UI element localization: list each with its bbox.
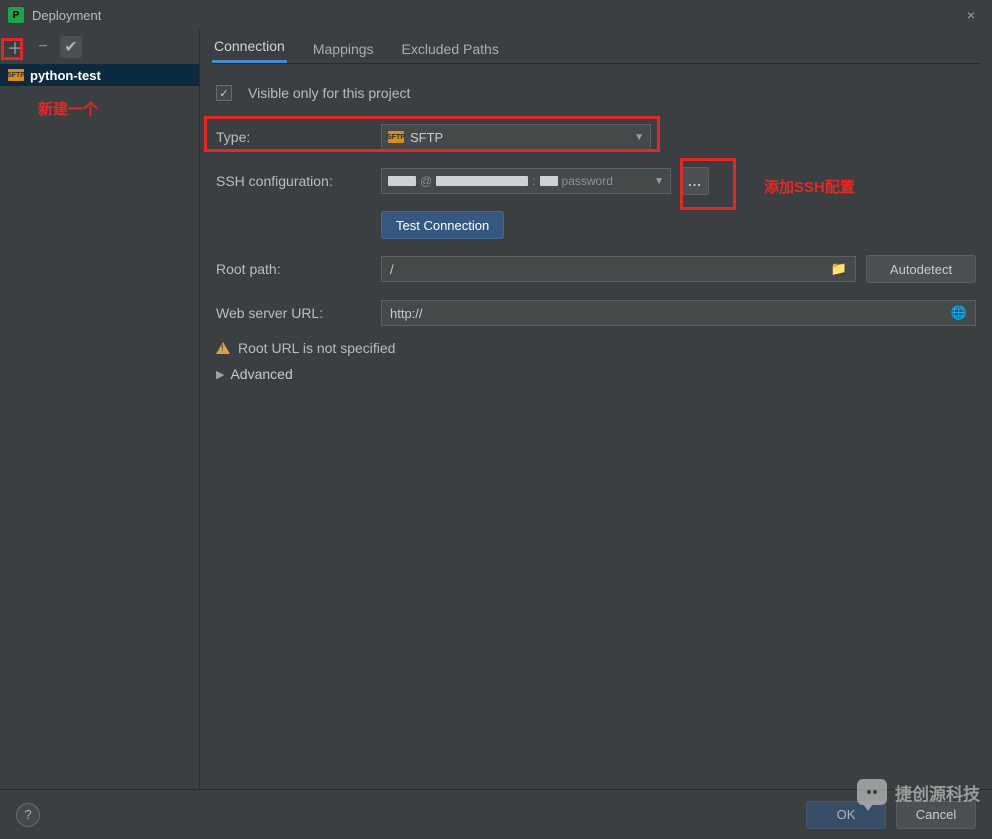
test-connection-button[interactable]: Test Connection: [381, 211, 504, 239]
chevron-right-icon: ▶: [216, 368, 224, 381]
server-tree: SFTP python-test: [0, 64, 199, 789]
connection-panel: ✓ Visible only for this project Type: SF…: [212, 64, 980, 789]
type-row: Type: SFTP SFTP ▼: [216, 120, 976, 154]
type-select[interactable]: SFTP SFTP ▼: [381, 124, 651, 150]
chevron-down-icon: ▼: [654, 176, 664, 187]
tab-mappings[interactable]: Mappings: [311, 35, 376, 63]
content-area: Connection Mappings Excluded Paths ✓ Vis…: [200, 30, 992, 789]
app-icon: P: [8, 7, 24, 23]
visible-only-checkbox[interactable]: ✓: [216, 85, 232, 101]
ssh-config-value: @ : password: [388, 174, 613, 188]
ssh-config-select[interactable]: @ : password ▼: [381, 168, 671, 194]
warning-icon: [216, 342, 230, 354]
tab-connection[interactable]: Connection: [212, 32, 287, 63]
ssh-config-label: SSH configuration:: [216, 173, 371, 189]
window-title: Deployment: [32, 8, 958, 23]
sftp-icon: SFTP: [8, 69, 24, 81]
root-path-label: Root path:: [216, 261, 371, 277]
visible-only-row: ✓ Visible only for this project: [216, 76, 976, 110]
add-button[interactable]: ＋: [4, 36, 26, 58]
cancel-button[interactable]: Cancel: [896, 801, 976, 829]
bottom-bar: ? OK Cancel: [0, 789, 992, 839]
close-button[interactable]: ×: [958, 5, 984, 25]
type-label: Type:: [216, 129, 371, 145]
sidebar: ＋ − ✔ SFTP python-test: [0, 30, 200, 789]
sftp-icon: SFTP: [388, 131, 404, 143]
advanced-expander[interactable]: ▶ Advanced: [216, 366, 976, 382]
tab-excluded-paths[interactable]: Excluded Paths: [400, 35, 501, 63]
warning-row: Root URL is not specified: [216, 340, 976, 356]
visible-only-label: Visible only for this project: [248, 85, 410, 101]
ok-button[interactable]: OK: [806, 801, 886, 829]
set-default-button[interactable]: ✔: [60, 36, 82, 58]
chevron-down-icon: ▼: [634, 132, 644, 143]
ssh-config-browse-button[interactable]: ...: [681, 167, 709, 195]
warning-text: Root URL is not specified: [238, 340, 395, 356]
ssh-config-row: SSH configuration: @ : password ▼ ...: [216, 164, 976, 198]
root-path-value: /: [390, 262, 394, 277]
web-url-label: Web server URL:: [216, 305, 371, 321]
title-bar: P Deployment ×: [0, 0, 992, 30]
server-item-python-test[interactable]: SFTP python-test: [0, 64, 199, 86]
server-item-label: python-test: [30, 68, 101, 83]
advanced-label: Advanced: [230, 366, 292, 382]
type-value: SFTP: [410, 130, 443, 145]
root-path-row: Root path: / 📁 Autodetect: [216, 252, 976, 286]
help-button[interactable]: ?: [16, 803, 40, 827]
globe-icon[interactable]: 🌐: [951, 305, 967, 321]
web-url-value: http://: [390, 306, 423, 321]
remove-button[interactable]: −: [32, 36, 54, 58]
sidebar-toolbar: ＋ − ✔: [0, 30, 199, 64]
test-connection-row: Test Connection: [216, 208, 976, 242]
folder-icon[interactable]: 📁: [831, 261, 847, 277]
web-url-input[interactable]: http:// 🌐: [381, 300, 976, 326]
root-path-input[interactable]: / 📁: [381, 256, 856, 282]
tabs: Connection Mappings Excluded Paths: [212, 30, 980, 64]
autodetect-button[interactable]: Autodetect: [866, 255, 976, 283]
web-url-row: Web server URL: http:// 🌐: [216, 296, 976, 330]
